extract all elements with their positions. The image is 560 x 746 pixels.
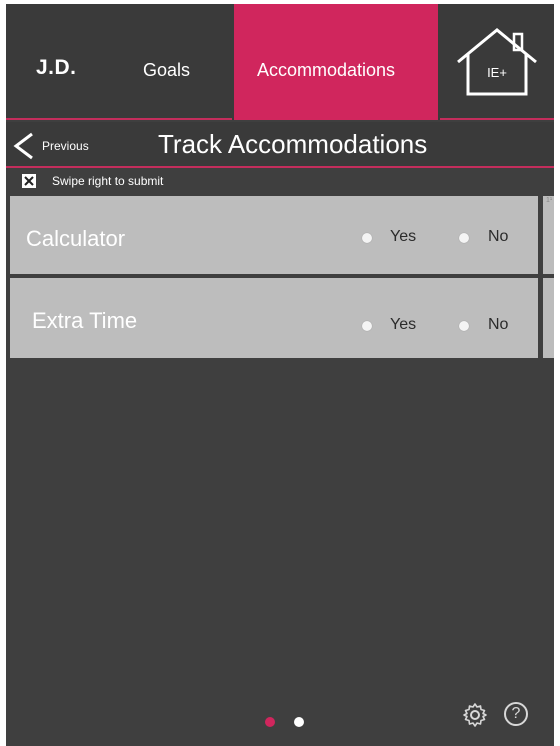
page-title: Track Accommodations <box>158 129 428 159</box>
page-indicator[interactable] <box>294 717 304 727</box>
previous-label: Previous <box>42 139 89 153</box>
accommodation-row-extra-time[interactable]: Extra Time Yes No <box>10 278 538 358</box>
page-header: Previous Track Accommodations <box>6 122 554 168</box>
no-radio[interactable] <box>459 233 469 243</box>
swipe-checkbox[interactable] <box>22 174 36 188</box>
help-icon[interactable]: ? <box>504 702 528 726</box>
no-label: No <box>488 316 509 333</box>
tab-accommodations-label: Accommodations <box>257 60 396 80</box>
peek-text: 1¹ <box>546 197 553 204</box>
yes-label: Yes <box>390 316 417 333</box>
next-card-peek <box>543 278 554 358</box>
next-card-peek <box>543 196 554 274</box>
user-tab[interactable]: J.D. Goals <box>6 4 232 120</box>
home-button[interactable]: IE+ <box>440 4 554 120</box>
page-indicator-active[interactable] <box>265 717 275 727</box>
yes-radio[interactable] <box>362 233 372 243</box>
tab-accommodations[interactable]: Accommodations <box>234 4 438 120</box>
accommodation-label: Calculator <box>26 226 126 251</box>
top-nav: J.D. Goals Accommodations IE+ <box>6 4 554 120</box>
user-initials: J.D. <box>36 56 77 79</box>
x-icon <box>24 176 34 186</box>
home-label: IE+ <box>487 65 507 80</box>
swipe-label: Swipe right to submit <box>52 174 164 188</box>
accommodation-row-calculator[interactable]: Calculator Yes No <box>10 196 538 274</box>
no-radio[interactable] <box>459 321 469 331</box>
home-icon <box>457 28 537 96</box>
gear-icon[interactable] <box>462 702 488 728</box>
accommodation-label: Extra Time <box>32 308 138 333</box>
previous-button[interactable]: Previous <box>8 130 108 160</box>
app-frame: J.D. Goals Accommodations IE+ Previous T… <box>6 4 554 746</box>
no-label: No <box>488 228 509 245</box>
tab-goals[interactable]: Goals <box>143 60 190 81</box>
yes-label: Yes <box>390 228 417 245</box>
yes-radio[interactable] <box>362 321 372 331</box>
chevron-left-icon <box>13 132 33 160</box>
